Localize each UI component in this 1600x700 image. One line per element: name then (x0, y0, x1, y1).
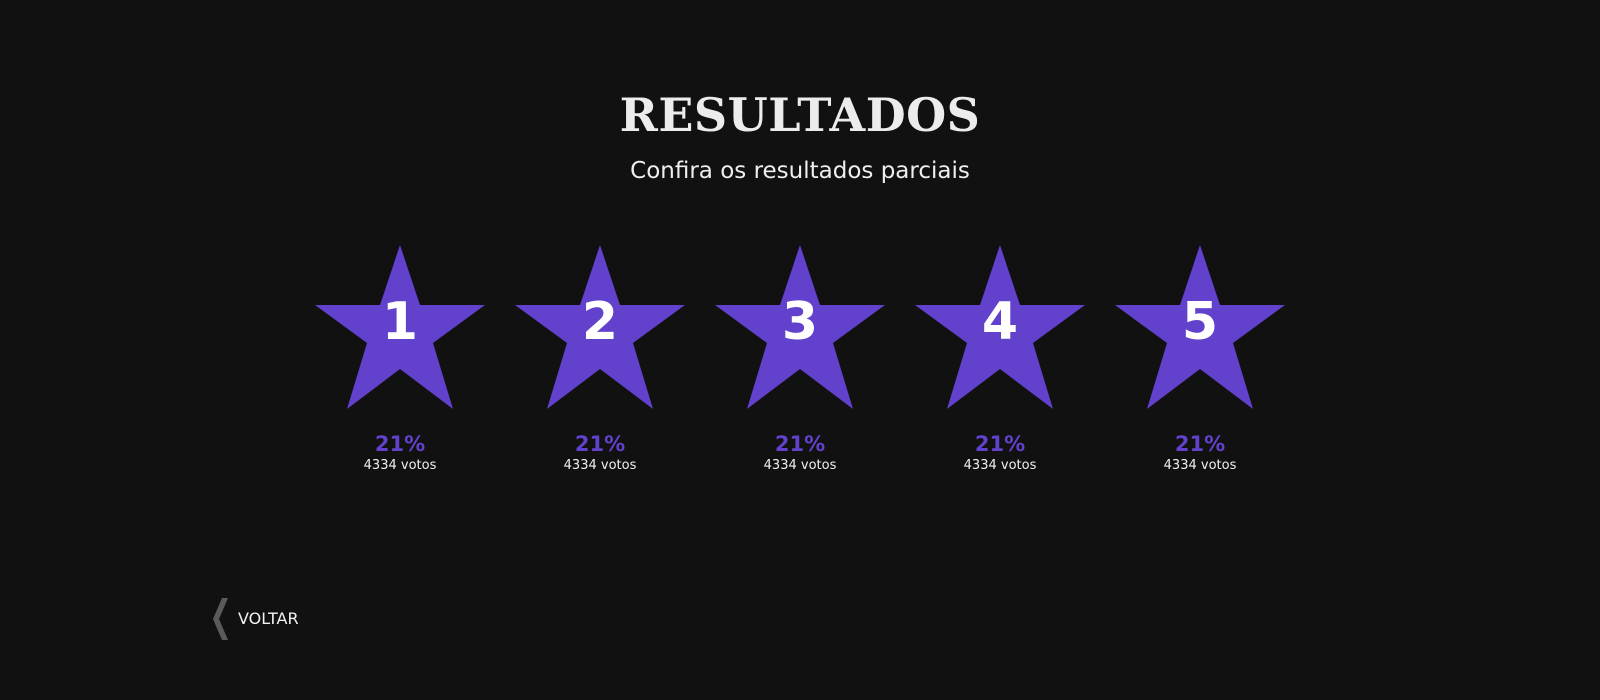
rating-percent: 21% (574, 432, 626, 456)
page-subtitle: Confira os resultados parciais (630, 158, 970, 184)
rating-result-4: 4 21% 4334 votos (910, 245, 1090, 485)
rating-percent: 21% (374, 432, 426, 456)
rating-number: 1 (381, 292, 419, 352)
rating-percent: 21% (1174, 432, 1226, 456)
rating-result-5: 5 21% 4334 votos (1110, 245, 1290, 485)
rating-result-2: 2 21% 4334 votos (510, 245, 690, 485)
back-button-label: VOLTAR (238, 609, 299, 628)
rating-number: 3 (781, 292, 819, 352)
rating-number: 2 (581, 292, 619, 352)
back-button[interactable]: VOLTAR (212, 598, 299, 640)
page-title: RESULTADOS (619, 87, 981, 142)
rating-votes: 4334 votos (963, 458, 1037, 473)
rating-percent: 21% (974, 432, 1026, 456)
rating-results: 1 21% 4334 votos 2 21% 4334 votos 3 21% … (0, 245, 1600, 485)
rating-votes: 4334 votos (763, 458, 837, 473)
rating-votes: 4334 votos (363, 458, 437, 473)
rating-number: 5 (1181, 292, 1219, 352)
rating-percent: 21% (774, 432, 826, 456)
rating-result-1: 1 21% 4334 votos (310, 245, 490, 485)
rating-number: 4 (981, 292, 1019, 352)
rating-votes: 4334 votos (1163, 458, 1237, 473)
rating-votes: 4334 votos (563, 458, 637, 473)
rating-result-3: 3 21% 4334 votos (710, 245, 890, 485)
chevron-left-icon (213, 598, 228, 640)
